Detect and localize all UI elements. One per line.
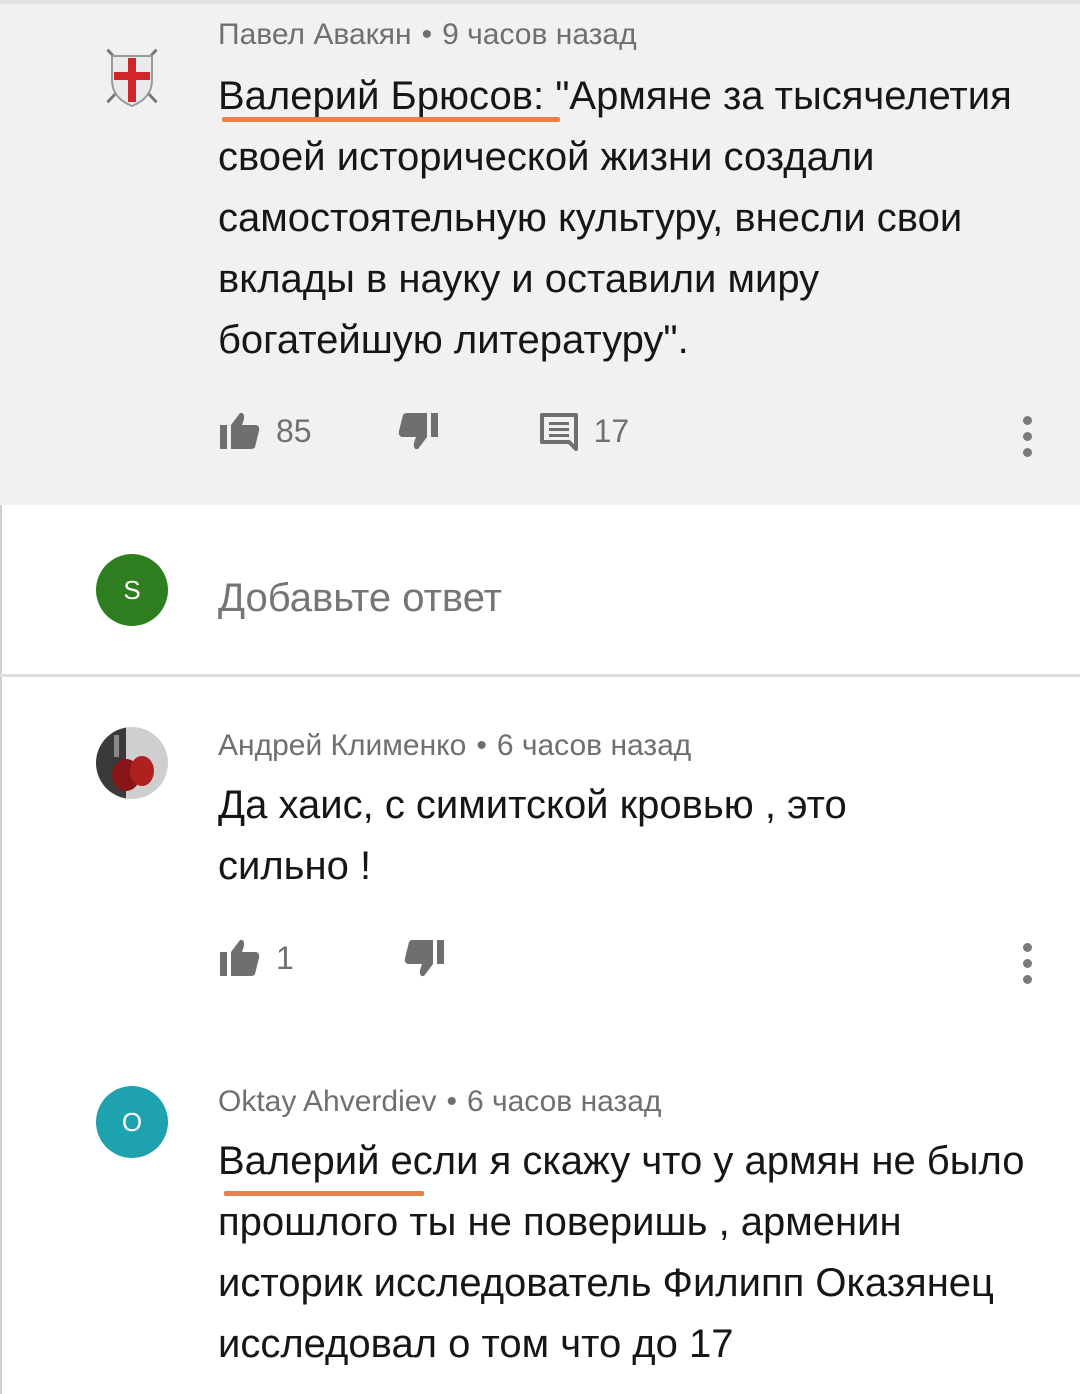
comment-meta: Павел Авакян • 9 часов назад (218, 18, 637, 52)
avatar[interactable] (96, 40, 168, 112)
thumb-down-icon (404, 940, 444, 977)
more-vert-icon[interactable] (1015, 416, 1039, 457)
like-button[interactable]: 85 (218, 411, 312, 451)
meta-separator: • (421, 18, 433, 51)
meta-separator: • (476, 729, 487, 762)
avatar[interactable]: O (96, 1086, 168, 1158)
user-avatar[interactable]: S (96, 554, 168, 626)
dislike-button[interactable] (402, 938, 446, 978)
reply-count-button[interactable]: 17 (538, 411, 630, 451)
comment-card: O Oktay Ahverdiev • 6 часов назад Валерий … (0, 1032, 1080, 1394)
author-name[interactable]: Oktay Ahverdiev (218, 1085, 436, 1118)
comment-card: Андрей Клименко • 6 часов назад Да хаис, с… (0, 677, 1080, 1032)
thumb-up-icon (220, 412, 260, 449)
reply-input[interactable] (218, 570, 918, 626)
avatar[interactable] (96, 727, 168, 799)
meta-separator: • (446, 1085, 457, 1118)
comment-time[interactable]: 6 часов назад (497, 729, 692, 762)
thumb-down-icon (398, 413, 438, 450)
comment-text: Валерий Брюсов: "Армяне за тысячелетия с… (218, 74, 1012, 362)
comment-icon (539, 413, 578, 451)
like-count: 1 (276, 939, 294, 976)
mention-underline (224, 1191, 424, 1196)
thumb-up-icon (220, 939, 260, 976)
comment-meta: Андрей Клименко • 6 часов назад (218, 729, 691, 763)
mention-underline (222, 117, 560, 122)
like-count: 85 (276, 412, 312, 449)
comment-meta: Oktay Ahverdiev • 6 часов назад (218, 1085, 661, 1119)
dislike-button[interactable] (396, 411, 440, 451)
more-vert-icon[interactable] (1015, 943, 1039, 984)
shield-swords-avatar-image (102, 44, 162, 108)
comment-text: Валерий если я скажу что у армян не было… (218, 1139, 1025, 1366)
boxing-gloves-avatar-image (96, 727, 168, 799)
comment-card: Павел Авакян • 9 часов назад Валерий Брюсо… (0, 4, 1080, 505)
like-button[interactable]: 1 (218, 938, 294, 978)
author-name[interactable]: Андрей Клименко (218, 729, 466, 762)
add-reply-row: S (0, 505, 1080, 675)
author-name[interactable]: Павел Авакян (218, 18, 412, 51)
comment-actions: 85 17 (218, 406, 629, 456)
comment-actions: 1 (218, 933, 446, 983)
comment-text: Да хаис, с симитской кровью , это сильно… (218, 783, 847, 888)
comment-time[interactable]: 6 часов назад (467, 1085, 662, 1118)
comment-time[interactable]: 9 часов назад (442, 18, 637, 51)
reply-count: 17 (593, 412, 630, 449)
